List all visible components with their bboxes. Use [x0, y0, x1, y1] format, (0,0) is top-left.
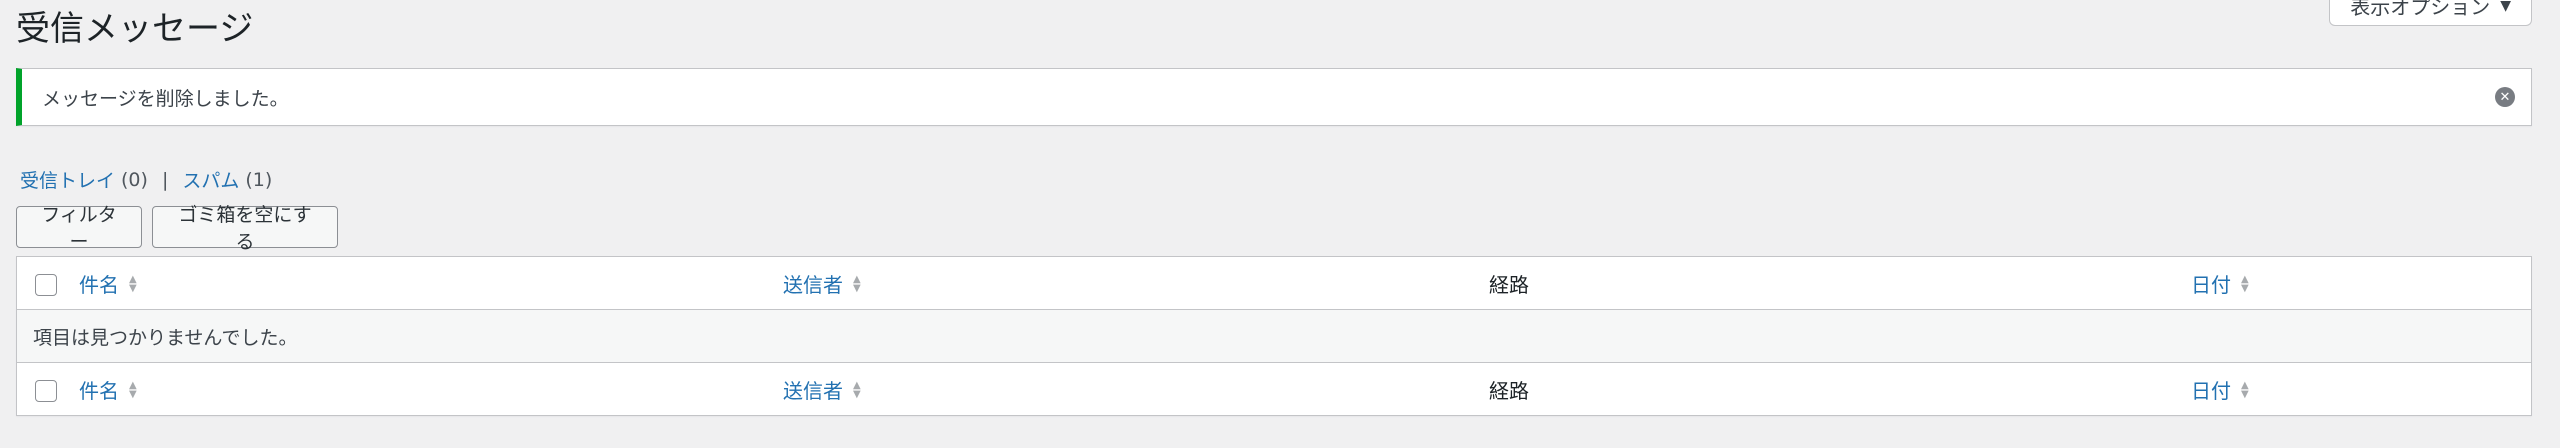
screen-options-label: 表示オプション	[2350, 0, 2491, 19]
column-date-label[interactable]: 日付	[2191, 269, 2231, 298]
view-link-inbox[interactable]: 受信トレイ	[20, 166, 115, 193]
sort-icon: ▲ ▼	[853, 273, 861, 294]
spam-count: (1)	[245, 168, 273, 191]
sort-icon: ▲ ▼	[853, 379, 861, 400]
column-date-label[interactable]: 日付	[2191, 375, 2231, 404]
column-date-footer[interactable]: 日付 ▲ ▼	[2191, 363, 2249, 416]
column-via-label: 経路	[1489, 379, 1529, 403]
select-all-checkbox-footer[interactable]	[35, 380, 57, 402]
page-title: 受信メッセージ	[16, 9, 254, 49]
table-row: 項目は見つかりませんでした。	[17, 310, 2531, 363]
success-notice: メッセージを削除しました。 ✕	[16, 68, 2532, 126]
column-from-footer[interactable]: 送信者 ▲ ▼	[783, 363, 861, 416]
column-subject-label[interactable]: 件名	[79, 375, 119, 404]
select-all-checkbox[interactable]	[35, 274, 57, 296]
empty-trash-button[interactable]: ゴミ箱を空にする	[152, 204, 338, 253]
filter-button[interactable]: フィルター	[16, 204, 142, 253]
column-date[interactable]: 日付 ▲ ▼	[2191, 257, 2249, 310]
column-from-label[interactable]: 送信者	[783, 375, 843, 404]
messages-table: 件名 ▲ ▼ 送信者 ▲ ▼ 経路 日付 ▲ ▼ 項目は見つかりませんでした。 件名 …	[16, 256, 2532, 416]
column-from-label[interactable]: 送信者	[783, 269, 843, 298]
inbox-count: (0)	[121, 168, 148, 191]
column-via: 経路	[1489, 257, 1529, 310]
close-circle-icon[interactable]: ✕	[2495, 87, 2515, 107]
column-subject[interactable]: 件名 ▲ ▼	[79, 257, 137, 310]
column-from[interactable]: 送信者 ▲ ▼	[783, 257, 861, 310]
table-header-row: 件名 ▲ ▼ 送信者 ▲ ▼ 経路 日付 ▲ ▼	[17, 257, 2531, 310]
view-filter-links: 受信トレイ (0) | スパム (1)	[20, 166, 272, 193]
column-via-label: 経路	[1489, 273, 1529, 297]
chevron-down-icon: ▼	[2500, 0, 2511, 14]
column-via-footer: 経路	[1489, 363, 1529, 416]
no-items-message: 項目は見つかりませんでした。	[33, 327, 298, 349]
sort-icon: ▲ ▼	[2241, 273, 2249, 294]
view-link-spam[interactable]: スパム	[182, 166, 239, 193]
table-footer-row: 件名 ▲ ▼ 送信者 ▲ ▼ 経路 日付 ▲ ▼	[17, 363, 2531, 416]
column-subject-footer[interactable]: 件名 ▲ ▼	[79, 363, 137, 416]
sort-icon: ▲ ▼	[2241, 379, 2249, 400]
view-separator: |	[161, 168, 169, 191]
notice-message: メッセージを削除しました。	[42, 87, 289, 110]
sort-icon: ▲ ▼	[129, 273, 137, 294]
screen-options-button[interactable]: 表示オプション ▼	[2329, 0, 2532, 26]
column-subject-label[interactable]: 件名	[79, 269, 119, 298]
sort-icon: ▲ ▼	[129, 379, 137, 400]
